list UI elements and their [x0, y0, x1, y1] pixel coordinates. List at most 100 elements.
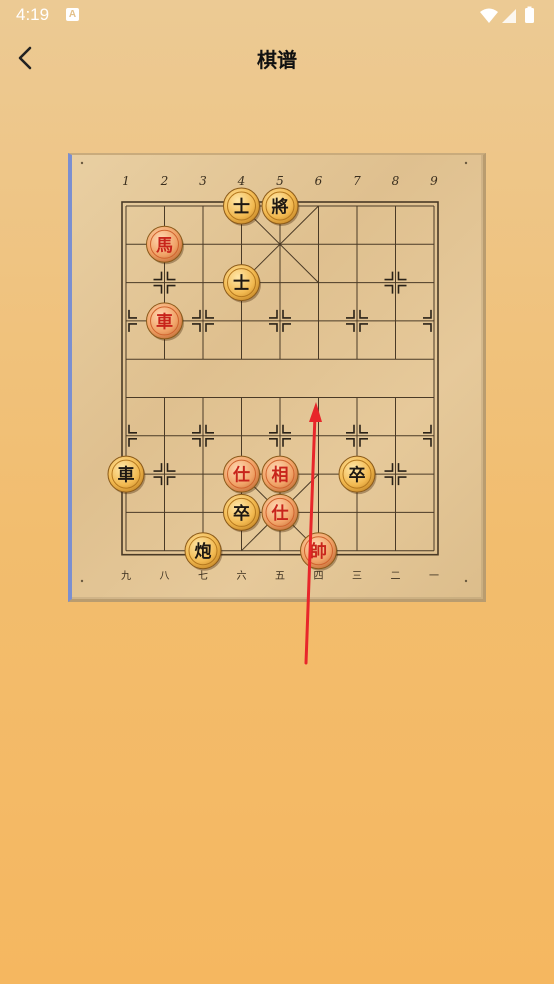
top-label: 2	[160, 174, 169, 188]
position-marker	[397, 271, 407, 281]
position-marker	[384, 476, 394, 486]
svg-text:馬: 馬	[156, 236, 173, 256]
position-marker	[205, 309, 214, 319]
position-marker	[423, 438, 432, 447]
position-marker	[346, 424, 355, 434]
position-marker	[128, 323, 137, 332]
chess-piece-red[interactable]: 馬	[146, 225, 185, 265]
chess-piece-red[interactable]: 帥	[300, 532, 339, 571]
svg-text:炮: 炮	[195, 541, 212, 562]
position-marker	[166, 284, 176, 294]
position-marker	[153, 271, 163, 281]
position-marker	[282, 323, 291, 332]
position-marker	[166, 463, 176, 472]
svg-text:相: 相	[272, 465, 289, 486]
battery-icon	[525, 8, 534, 23]
top-label: 3	[199, 174, 207, 188]
svg-text:仕: 仕	[232, 465, 250, 486]
position-marker	[269, 438, 278, 447]
position-marker	[346, 438, 355, 447]
chess-piece-black[interactable]: 卒	[223, 493, 262, 533]
chess-piece-black[interactable]: 將	[261, 187, 300, 226]
chess-board[interactable]: 123456789九八七六五四三二一士將馬士車車仕相卒卒仕炮帥	[68, 153, 486, 602]
chess-piece-red[interactable]: 車	[146, 302, 185, 341]
position-marker	[269, 424, 278, 434]
top-label: 6	[315, 174, 323, 188]
bottom-label: 一	[429, 571, 439, 582]
position-marker	[282, 309, 291, 319]
chess-piece-red[interactable]: 仕	[261, 493, 300, 533]
position-marker	[359, 323, 368, 332]
chess-piece-black[interactable]: 士	[223, 264, 262, 303]
chess-piece-red[interactable]: 相	[261, 455, 300, 495]
position-marker	[128, 309, 137, 319]
position-marker	[153, 476, 163, 486]
svg-text:車: 車	[118, 465, 135, 486]
svg-text:帥: 帥	[310, 541, 327, 562]
position-marker	[269, 323, 278, 332]
chess-piece-black[interactable]: 卒	[338, 455, 377, 495]
svg-text:士: 士	[233, 273, 250, 294]
wifi-icon	[480, 8, 498, 23]
position-marker	[397, 284, 407, 294]
bottom-label: 八	[160, 571, 170, 582]
position-marker	[346, 309, 355, 319]
position-marker	[423, 323, 432, 332]
svg-text:車: 車	[156, 311, 173, 332]
status-icons	[480, 6, 534, 23]
status-bar: 4:19 A	[0, 0, 554, 32]
position-marker	[192, 438, 201, 447]
corner-dot	[464, 579, 468, 583]
top-label: 7	[353, 174, 361, 188]
corner-dot	[80, 579, 84, 583]
top-label: 8	[392, 174, 400, 188]
corner-dot	[464, 161, 468, 165]
position-marker	[128, 424, 137, 434]
position-marker	[384, 271, 394, 281]
bottom-label: 二	[391, 571, 401, 582]
position-marker	[166, 476, 176, 486]
position-marker	[128, 438, 137, 447]
bottom-label: 四	[314, 571, 324, 582]
position-marker	[359, 438, 368, 447]
bottom-label: 九	[121, 570, 131, 582]
position-marker	[192, 424, 201, 434]
position-marker	[153, 463, 163, 472]
position-marker	[384, 463, 394, 472]
chess-piece-black[interactable]: 炮	[184, 532, 223, 571]
svg-text:卒: 卒	[233, 503, 250, 524]
position-marker	[269, 309, 278, 319]
position-marker	[359, 309, 368, 319]
svg-text:士: 士	[233, 197, 250, 218]
position-marker	[397, 463, 407, 472]
bottom-label: 五	[275, 571, 285, 582]
chess-piece-black[interactable]: 士	[223, 187, 262, 226]
top-label: 1	[122, 174, 130, 188]
signal-icon	[502, 9, 516, 23]
top-label: 5	[276, 174, 284, 188]
board-svg: 1 2 3 4 5 6 7 8 9九八七六五四三二一士 將馬士車車仕相卒卒 仕炮帥	[80, 161, 468, 583]
position-marker	[384, 284, 394, 294]
app-bar: 棋谱	[0, 32, 554, 84]
status-time: 4:19	[16, 5, 50, 24]
bottom-label: 六	[237, 570, 247, 582]
position-marker	[192, 309, 201, 319]
chess-piece-red[interactable]: 仕	[223, 455, 262, 495]
position-marker	[397, 476, 407, 486]
svg-text:仕: 仕	[271, 503, 289, 524]
bottom-label: 七	[198, 570, 208, 582]
position-marker	[282, 438, 291, 447]
bottom-label: 三	[352, 571, 362, 582]
position-marker	[192, 323, 201, 332]
position-marker	[205, 438, 214, 447]
position-marker	[205, 424, 214, 434]
position-marker	[423, 309, 432, 319]
notification-icon: A	[66, 8, 79, 21]
corner-dot	[80, 161, 84, 165]
position-marker	[153, 284, 163, 294]
svg-text:將: 將	[272, 197, 289, 218]
chess-piece-black[interactable]: 車	[107, 455, 146, 495]
position-marker	[205, 323, 214, 332]
position-marker	[346, 323, 355, 332]
position-marker	[423, 424, 432, 434]
